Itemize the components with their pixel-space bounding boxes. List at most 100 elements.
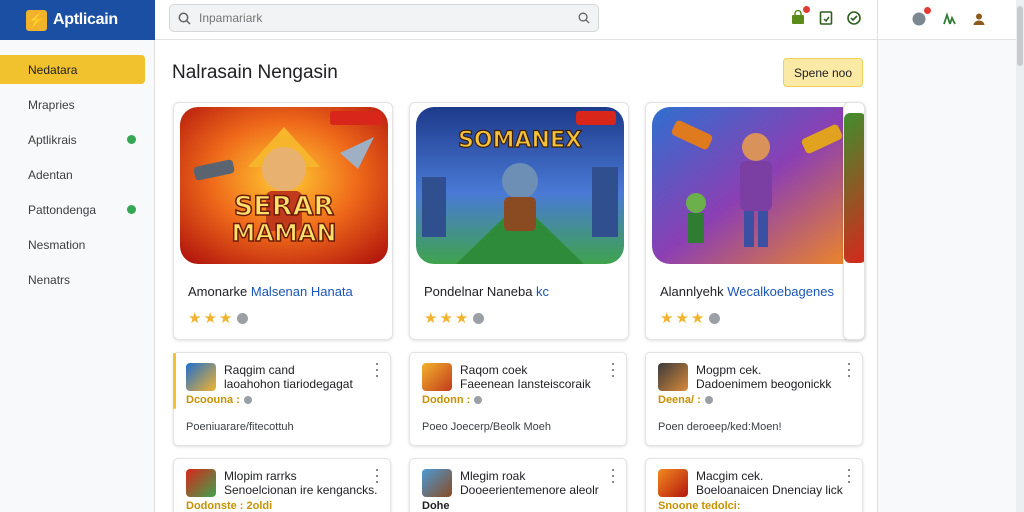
app-title-accent[interactable]: kc: [536, 284, 549, 299]
app-list-card[interactable]: Mogpm cek. Dadoenimem beogonickk Deena/ …: [645, 352, 863, 446]
shop-notifications-icon[interactable]: [789, 5, 811, 27]
app-list-card[interactable]: Mlopim rarrks Senoelcionan ire kengancks…: [173, 458, 391, 512]
more-options-icon[interactable]: [846, 469, 852, 483]
app-meta: Dodonn :: [422, 394, 483, 406]
sidebar-item-nenatrs[interactable]: Nenatrs: [0, 265, 145, 294]
app-title: Mlegim roak: [460, 469, 526, 483]
app-thumbnail: [186, 469, 216, 497]
app-title: Raqgim cand: [224, 363, 295, 377]
more-options-icon[interactable]: [610, 469, 616, 483]
sidebar-item-nesmation[interactable]: Nesmation: [0, 230, 145, 259]
scrollbar[interactable]: [1016, 0, 1024, 512]
sidebar-item-label: Aptlikrais: [28, 132, 77, 147]
app-list-card[interactable]: Raqgim cand laoahohon tiariodegagat Dcoo…: [173, 352, 391, 446]
app-meta-text: Dohe: [422, 500, 450, 512]
star-icon: ★: [424, 310, 438, 327]
featured-app-card[interactable]: SOMANEX Pondelnar Naneba kc ★ ★ ★: [409, 102, 629, 340]
check-circle-icon[interactable]: [845, 9, 863, 27]
star-rating: ★ ★ ★: [424, 310, 485, 327]
sidebar-item-pattondenga[interactable]: Pattondenga: [0, 195, 145, 224]
sidebar-item-label: Nenatrs: [28, 272, 71, 287]
top-bar: [155, 0, 877, 40]
sidebar-item-label: Adentan: [28, 167, 73, 182]
star-icon: ★: [439, 310, 453, 327]
app-subtitle: laoahohon tiariodegagat: [224, 377, 353, 391]
top-icon-group: [789, 5, 863, 27]
featured-app-title: Alannlyehk Wecalkoebagenes: [660, 284, 834, 299]
sidebar-item-aptlikrais[interactable]: Aptlikrais: [0, 125, 145, 154]
app-meta: Dodonste : 2oldi: [186, 500, 272, 512]
sidebar-item-adentan[interactable]: Adentan: [0, 160, 145, 189]
card-accent-edge: [173, 353, 176, 409]
app-description: Poeniuarare/fitecottuh: [186, 421, 294, 433]
more-options-icon[interactable]: [374, 469, 380, 483]
app-meta: Deena/ :: [658, 394, 713, 406]
profile-icon[interactable]: [970, 10, 988, 28]
more-options-icon[interactable]: [374, 363, 380, 377]
sidebar-item-label: Mrapries: [28, 97, 75, 112]
featured-app-card[interactable]: Alannlyehk Wecalkoebagenes ★ ★ ★: [645, 102, 865, 340]
star-icon: ★: [660, 310, 674, 327]
app-list-card[interactable]: Mlegim roak Dooeerientemenore aleolr Doh…: [409, 458, 627, 512]
scrollbar-thumb[interactable]: [1017, 6, 1023, 66]
star-rating: ★ ★ ★: [660, 310, 721, 327]
app-name: Aptlicain: [53, 11, 118, 28]
featured-app-title: Amonarke Malsenan Hanata: [188, 284, 353, 299]
primary-action-button[interactable]: Spene noo: [783, 58, 863, 87]
app-list-card[interactable]: Raqom coek Faeenean Iansteiscoraik Dodon…: [409, 352, 627, 446]
star-icon: ★: [454, 310, 469, 327]
app-description: Poeo Joecerp/Beolk Moeh: [422, 421, 552, 433]
search-icon: [178, 12, 191, 25]
app-subtitle: Boeloanaicen Dnenciay lick: [696, 483, 843, 497]
sidebar-item-label: Pattondenga: [28, 202, 97, 217]
app-thumbnail: [658, 363, 688, 391]
artwork-text-1: SERAR: [234, 191, 335, 222]
search-submit-icon[interactable]: [578, 12, 590, 24]
more-options-icon[interactable]: [846, 363, 852, 377]
app-meta-text: Dodonste : 2oldi: [186, 500, 273, 512]
info-icon: [704, 396, 713, 404]
app-subtitle: Faeenean Iansteiscoraik: [460, 377, 591, 391]
page-title: Nalrasain Nengasin: [172, 62, 338, 83]
rating-info-icon: [709, 313, 721, 324]
more-options-icon[interactable]: [610, 363, 616, 377]
app-title: Mlopim rarrks: [224, 469, 297, 483]
star-icon: ★: [188, 310, 202, 327]
status-dot: [127, 135, 136, 144]
sidebar-item-nedatara[interactable]: Nedatara: [0, 55, 145, 84]
rating-info-icon: [473, 313, 485, 324]
artwork-text-2: MAMAN: [232, 219, 337, 247]
app-artwork: [844, 113, 864, 263]
search-input[interactable]: [199, 11, 578, 25]
app-title-accent[interactable]: Malsenan Hanata: [251, 284, 353, 299]
app-title: Macgim cek.: [696, 469, 764, 483]
app-meta: Dohe: [422, 500, 450, 512]
app-logo[interactable]: ⚡ Aptlicain: [0, 0, 155, 40]
featured-app-title: Pondelnar Naneba kc: [424, 284, 549, 299]
bookmark-icon[interactable]: [817, 9, 835, 27]
search-box[interactable]: [169, 4, 599, 32]
featured-app-card-partial[interactable]: [843, 102, 865, 340]
app-artwork: [652, 107, 860, 264]
app-thumbnail: [186, 363, 216, 391]
sidebar: Nedatara Mrapries Aptlikrais Adentan Pat…: [0, 40, 155, 512]
sidebar-item-mrapries[interactable]: Mrapries: [0, 90, 145, 119]
app-list-card[interactable]: Macgim cek. Boeloanaicen Dnenciay lick S…: [645, 458, 863, 512]
sidebar-item-label: Nedatara: [28, 62, 78, 77]
star-icon: ★: [218, 310, 233, 327]
globe-icon[interactable]: [910, 6, 932, 28]
app-thumbnail: [422, 363, 452, 391]
right-icon-group: [910, 6, 988, 28]
featured-app-card[interactable]: SERAR MAMAN Amonarke Malsenan Hanata ★ ★ ★: [173, 102, 393, 340]
app-subtitle: Senoelcionan ire kengancks.: [224, 483, 378, 497]
app-window: ⚡ Aptlicain Inpamariark Nedatara Mraprie…: [0, 0, 1024, 512]
app-meta-text: Snoone tedolci:: [658, 500, 741, 512]
app-thumbnail: [658, 469, 688, 497]
app-title-accent[interactable]: Wecalkoebagenes: [727, 284, 834, 299]
app-subtitle: Dooeerientemenore aleolr: [460, 483, 599, 497]
artwork-text-1: SOMANEX: [458, 128, 582, 153]
account-switch-icon[interactable]: [940, 10, 958, 28]
app-subtitle: Dadoenimem beogonickk: [696, 377, 832, 391]
info-icon: [474, 396, 483, 404]
app-artwork: SOMANEX: [416, 107, 624, 264]
